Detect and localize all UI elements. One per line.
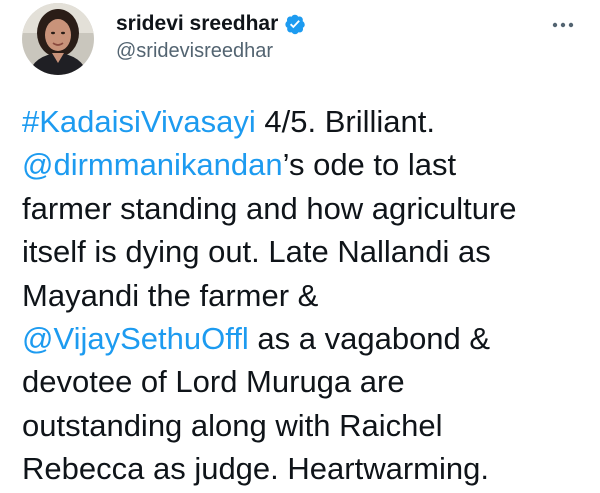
verified-badge-icon [284, 13, 306, 35]
hashtag-link[interactable]: #KadaisiVivasayi [22, 104, 256, 139]
tweet-line: devotee of Lord Muruga are [22, 364, 405, 400]
tweet-line: @dirmmanikandan’s ode to last [22, 143, 588, 186]
author-names: sridevi sreedhar @sridevisreedhar [116, 11, 306, 63]
tweet-text-segment: ’s ode to last [282, 147, 457, 183]
tweet-line: outstanding along with Raichel [22, 407, 443, 443]
tweet-header: sridevi sreedhar @sridevisreedhar [22, 3, 578, 75]
user-handle[interactable]: @sridevisreedhar [116, 40, 306, 63]
profile-photo-icon [22, 3, 94, 75]
more-options-icon [552, 22, 574, 28]
avatar[interactable] [22, 3, 94, 75]
tweet-line: #KadaisiVivasayi 4/5. Brilliant. [22, 100, 588, 143]
tweet-line: farmer standing and how agriculture [22, 190, 517, 226]
mention-link[interactable]: @dirmmanikandan [22, 147, 283, 182]
tweet-line: Rebecca as judge. Heartwarming. [22, 451, 489, 487]
tweet-text-segment: as a vagabond & [248, 320, 491, 356]
tweet-line: itself is dying out. Late Nallandi as [22, 234, 491, 270]
mention-link[interactable]: @VijaySethuOffl [22, 321, 249, 356]
display-name-row: sridevi sreedhar [116, 11, 306, 37]
more-options-button[interactable] [548, 13, 578, 37]
tweet-line: @VijaySethuOffl as a vagabond & [22, 317, 588, 360]
tweet-card: sridevi sreedhar @sridevisreedhar #Kadai… [0, 0, 600, 493]
display-name[interactable]: sridevi sreedhar [116, 12, 278, 36]
tweet-line: Mayandi the farmer & [22, 277, 319, 313]
tweet-text: #KadaisiVivasayi 4/5. Brilliant. @dirmma… [22, 100, 588, 491]
tweet-text-segment: 4/5. Brilliant. [255, 104, 435, 139]
